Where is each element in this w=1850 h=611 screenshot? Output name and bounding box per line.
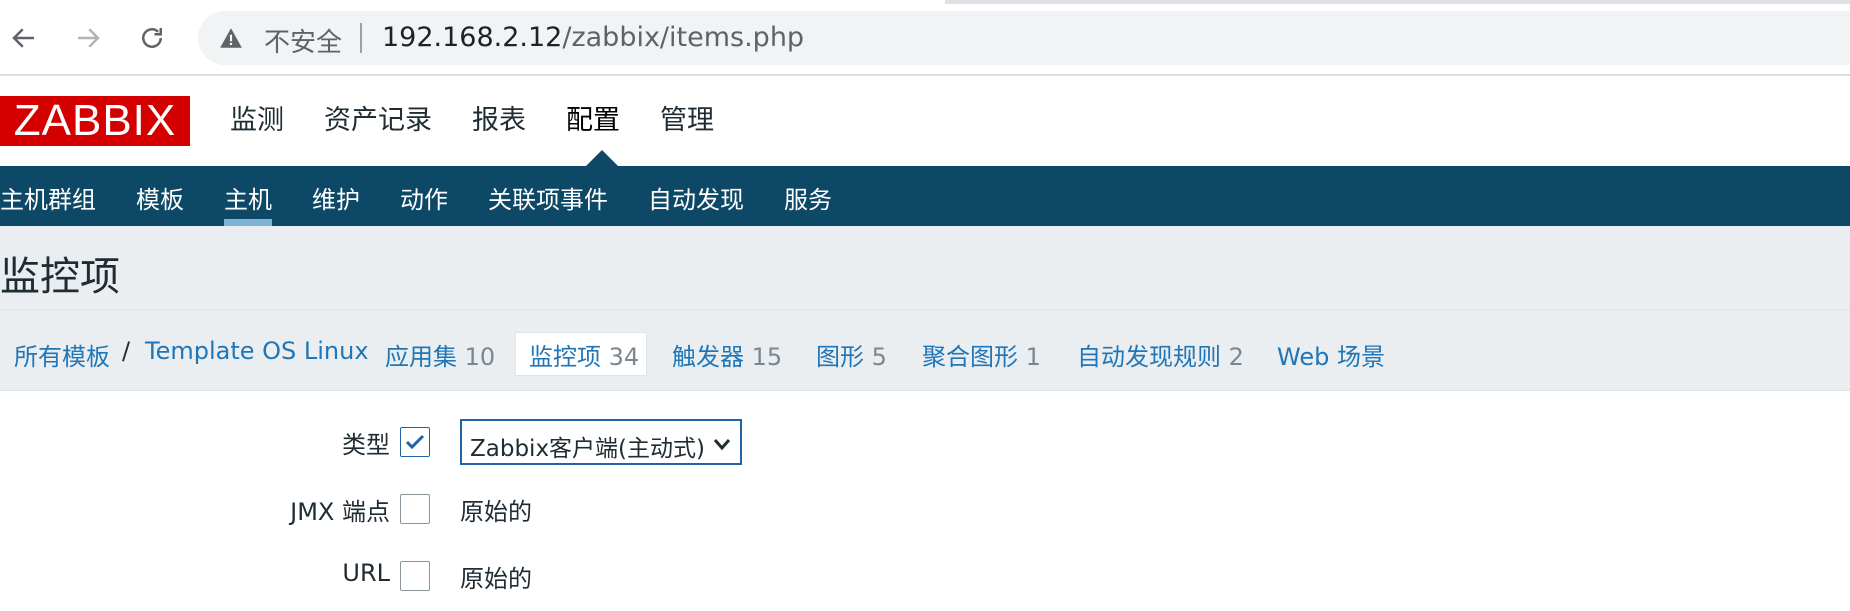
menu-item-configuration[interactable]: 配置 bbox=[566, 98, 620, 137]
tab-graphs[interactable]: 图形 5 bbox=[816, 337, 887, 372]
selected-menu-indicator bbox=[586, 150, 618, 166]
reload-icon bbox=[142, 28, 162, 48]
tab-discovery-rules[interactable]: 自动发现规则 2 bbox=[1077, 337, 1244, 372]
tab-applications[interactable]: 应用集 10 bbox=[385, 337, 495, 372]
menu-item-monitoring[interactable]: 监测 bbox=[230, 98, 284, 137]
menu-item-inventory[interactable]: 资产记录 bbox=[324, 98, 432, 137]
jmx-endpoint-checkbox[interactable] bbox=[400, 494, 430, 524]
zabbix-logo[interactable]: ZABBIX bbox=[0, 96, 190, 146]
reload-button[interactable] bbox=[130, 18, 174, 58]
mass-update-form: 类型 Zabbix客户端(主动式) JMX 端点 原始的 URL 原始的 bbox=[0, 390, 1850, 611]
forward-button[interactable] bbox=[66, 18, 110, 58]
url-value: 原始的 bbox=[460, 565, 532, 593]
tab-count: 5 bbox=[871, 343, 887, 371]
submenu-services[interactable]: 服务 bbox=[784, 180, 832, 215]
type-checkbox[interactable] bbox=[400, 427, 430, 457]
browser-toolbar: 不安全 192.168.2.12/zabbix/items.php bbox=[0, 0, 1850, 74]
tab-count: 34 bbox=[608, 343, 640, 371]
url-label: URL bbox=[342, 559, 390, 587]
breadcrumb-separator: / bbox=[122, 337, 131, 365]
tab-count: 1 bbox=[1025, 343, 1041, 371]
submenu-discovery[interactable]: 自动发现 bbox=[648, 180, 744, 215]
type-label: 类型 bbox=[342, 431, 390, 459]
submenu-actions[interactable]: 动作 bbox=[400, 180, 448, 215]
active-tab[interactable] bbox=[0, 0, 945, 4]
submenu-templates[interactable]: 模板 bbox=[136, 180, 184, 215]
warning-icon[interactable] bbox=[218, 25, 244, 51]
submenu-event-correlation[interactable]: 关联项事件 bbox=[488, 180, 608, 215]
selected-submenu-indicator bbox=[224, 219, 272, 226]
url-checkbox[interactable] bbox=[400, 561, 430, 591]
tab-label: 应用集 bbox=[385, 343, 457, 371]
back-arrow-icon bbox=[12, 28, 34, 48]
url-text[interactable]: 192.168.2.12/zabbix/items.php bbox=[382, 22, 804, 53]
tab-count: 2 bbox=[1228, 343, 1244, 371]
chevron-down-icon bbox=[713, 439, 731, 451]
tab-count: 10 bbox=[464, 343, 496, 371]
back-button[interactable] bbox=[2, 18, 46, 58]
forward-arrow-icon bbox=[78, 28, 100, 48]
tab-label: 聚合图形 bbox=[922, 343, 1018, 371]
jmx-endpoint-label: JMX 端点 bbox=[290, 498, 390, 526]
breadcrumb-all-templates[interactable]: 所有模板 bbox=[14, 337, 110, 372]
tab-count: 15 bbox=[751, 343, 783, 371]
sub-navigation: 主机群组 模板 主机 维护 动作 关联项事件 自动发现 服务 bbox=[0, 166, 1850, 226]
address-divider bbox=[360, 23, 362, 53]
submenu-maintenance[interactable]: 维护 bbox=[312, 180, 360, 215]
main-navigation: ZABBIX 监测 资产记录 报表 配置 管理 bbox=[0, 76, 1850, 166]
breadcrumb: 所有模板 / Template OS Linux 应用集 10 监控项 34 触… bbox=[0, 310, 1850, 390]
tab-label: Web 场景 bbox=[1277, 343, 1385, 371]
menu-item-reports[interactable]: 报表 bbox=[472, 98, 526, 137]
sub-menu: 主机群组 模板 主机 维护 动作 关联项事件 自动发现 服务 bbox=[0, 180, 832, 215]
tab-triggers[interactable]: 触发器 15 bbox=[672, 337, 782, 372]
tab-items[interactable]: 监控项 34 bbox=[529, 337, 639, 372]
tab-label: 监控项 bbox=[529, 343, 601, 371]
address-bar[interactable]: 不安全 192.168.2.12/zabbix/items.php bbox=[198, 11, 1850, 65]
page-title: 监控项 bbox=[0, 254, 120, 300]
type-select[interactable]: Zabbix客户端(主动式) bbox=[460, 419, 742, 465]
jmx-endpoint-value: 原始的 bbox=[460, 498, 532, 526]
tab-label: 自动发现规则 bbox=[1077, 343, 1221, 371]
main-menu: 监测 资产记录 报表 配置 管理 bbox=[230, 98, 714, 137]
tab-screens[interactable]: 聚合图形 1 bbox=[922, 337, 1041, 372]
tab-strip bbox=[0, 0, 1850, 4]
tab-web-scenarios[interactable]: Web 场景 bbox=[1277, 337, 1385, 372]
url-path: /zabbix/items.php bbox=[562, 22, 805, 53]
submenu-hosts[interactable]: 主机 bbox=[224, 180, 272, 215]
tab-label: 触发器 bbox=[672, 343, 744, 371]
breadcrumb-template[interactable]: Template OS Linux bbox=[145, 337, 369, 365]
menu-item-administration[interactable]: 管理 bbox=[660, 98, 714, 137]
tab-label: 图形 bbox=[816, 343, 864, 371]
submenu-host-groups[interactable]: 主机群组 bbox=[0, 180, 96, 215]
url-host: 192.168.2.12 bbox=[382, 22, 563, 53]
type-select-value: Zabbix客户端(主动式) bbox=[470, 436, 705, 462]
page-header: 监控项 bbox=[0, 226, 1850, 310]
checkmark-icon bbox=[405, 434, 425, 450]
insecure-label[interactable]: 不安全 bbox=[264, 22, 342, 59]
